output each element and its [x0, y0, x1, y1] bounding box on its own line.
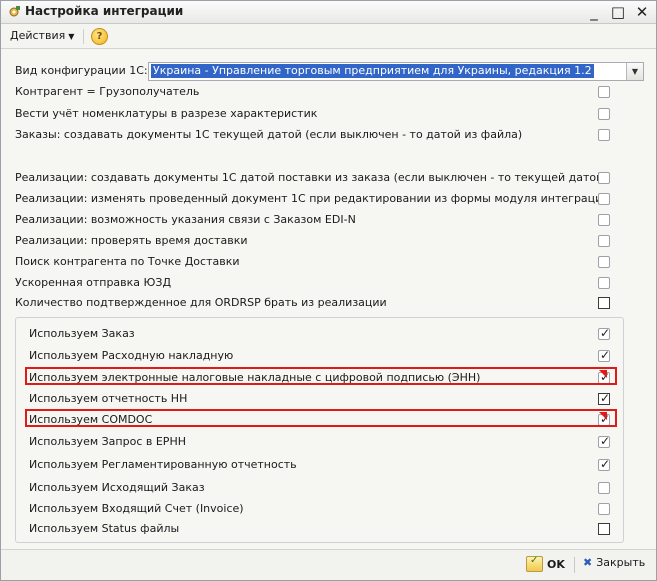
group-item-label: Используем отчетность НН	[29, 392, 188, 405]
help-icon[interactable]: ?	[91, 28, 108, 45]
setting-checkbox[interactable]	[598, 256, 610, 268]
setting-checkbox[interactable]	[598, 108, 610, 120]
close-button[interactable]: ✖ Закрыть	[583, 556, 645, 569]
chevron-down-icon[interactable]: ▼	[626, 63, 643, 80]
checkmark-icon: ✓	[599, 326, 611, 340]
dialog-footer: OK ✖ Закрыть	[1, 549, 656, 580]
group-item-checkbox[interactable]: ✓	[598, 348, 611, 362]
group-item-label: Используем Расходную накладную	[29, 349, 234, 362]
group-item-label: Используем Заказ	[29, 327, 135, 340]
actions-label: Действия	[10, 29, 66, 42]
red-marker-icon	[599, 412, 607, 420]
actions-menu-button[interactable]: Действия ▼	[7, 28, 77, 43]
group-item-checkbox[interactable]	[598, 482, 610, 494]
config-select[interactable]: Украина - Управление торговым предприяти…	[148, 62, 644, 81]
setting-label: Реализации: изменять проведенный докумен…	[15, 192, 610, 205]
ok-icon	[526, 555, 543, 572]
minimize-button[interactable]: _	[586, 2, 602, 22]
group-item-label: Используем Исходящий Заказ	[29, 481, 205, 494]
title-bar: Настройка интеграции _ □ ✕	[1, 1, 656, 24]
setting-label: Поиск контрагента по Точке Доставки	[15, 255, 240, 268]
setting-label: Количество подтвержденное для ORDRSP бра…	[15, 296, 387, 309]
config-select-value: Украина - Управление торговым предприяти…	[151, 64, 594, 78]
setting-checkbox[interactable]	[598, 235, 610, 247]
checkmark-icon: ✓	[599, 434, 611, 448]
group-item-label: Используем Входящий Счет (Invoice)	[29, 502, 244, 515]
setting-label: Контрагент = Грузополучатель	[15, 85, 200, 98]
settings-window: Настройка интеграции _ □ ✕ Действия ▼ ? В…	[0, 0, 657, 581]
group-item-checkbox[interactable]: ✓	[598, 326, 611, 340]
close-icon: ✖	[583, 556, 593, 569]
toolbar-divider	[83, 29, 84, 44]
ok-label: OK	[547, 557, 565, 571]
maximize-button[interactable]: □	[610, 2, 626, 22]
red-highlight-frame	[25, 409, 617, 427]
window-title: Настройка интеграции	[25, 4, 184, 18]
setting-checkbox[interactable]	[598, 129, 610, 141]
red-marker-icon	[599, 370, 607, 378]
setting-checkbox[interactable]	[598, 277, 610, 289]
group-item-checkbox[interactable]: ✓	[598, 391, 611, 405]
setting-label: Ускоренная отправка ЮЗД	[15, 276, 172, 289]
chevron-down-icon: ▼	[68, 32, 75, 41]
setting-checkbox[interactable]	[598, 86, 610, 98]
setting-label: Реализации: создавать документы 1С датой…	[15, 171, 608, 184]
ok-button[interactable]: OK	[526, 555, 565, 572]
setting-label: Вести учёт номенклатуры в разрезе характ…	[15, 107, 318, 120]
close-window-button[interactable]: ✕	[634, 2, 650, 22]
setting-checkbox[interactable]	[598, 193, 610, 205]
group-item-label: Используем Status файлы	[29, 522, 180, 535]
toolbar: Действия ▼ ?	[1, 24, 656, 49]
setting-label: Реализации: возможность указания связи с…	[15, 213, 356, 226]
setting-checkbox[interactable]	[598, 172, 610, 184]
red-highlight-frame	[25, 367, 617, 385]
group-item-checkbox[interactable]	[598, 523, 610, 535]
group-item-checkbox[interactable]: ✓	[598, 434, 611, 448]
config-label: Вид конфигурации 1С:	[15, 64, 148, 77]
group-item-label: Используем Запрос в ЕРНН	[29, 435, 186, 448]
close-label: Закрыть	[596, 556, 646, 569]
group-item-label: Используем Регламентированную отчетность	[29, 458, 297, 471]
settings-gear-icon	[9, 6, 20, 17]
group-item-checkbox[interactable]: ✓	[598, 457, 611, 471]
setting-label: Заказы: создавать документы 1С текущей д…	[15, 128, 523, 141]
checkmark-icon: ✓	[599, 348, 611, 362]
checkmark-icon: ✓	[599, 391, 611, 405]
group-item-checkbox[interactable]	[598, 503, 610, 515]
setting-checkbox[interactable]	[598, 297, 610, 309]
checkmark-icon: ✓	[599, 457, 611, 471]
footer-divider	[574, 557, 575, 573]
setting-checkbox[interactable]	[598, 214, 610, 226]
setting-label: Реализации: проверять время доставки	[15, 234, 248, 247]
